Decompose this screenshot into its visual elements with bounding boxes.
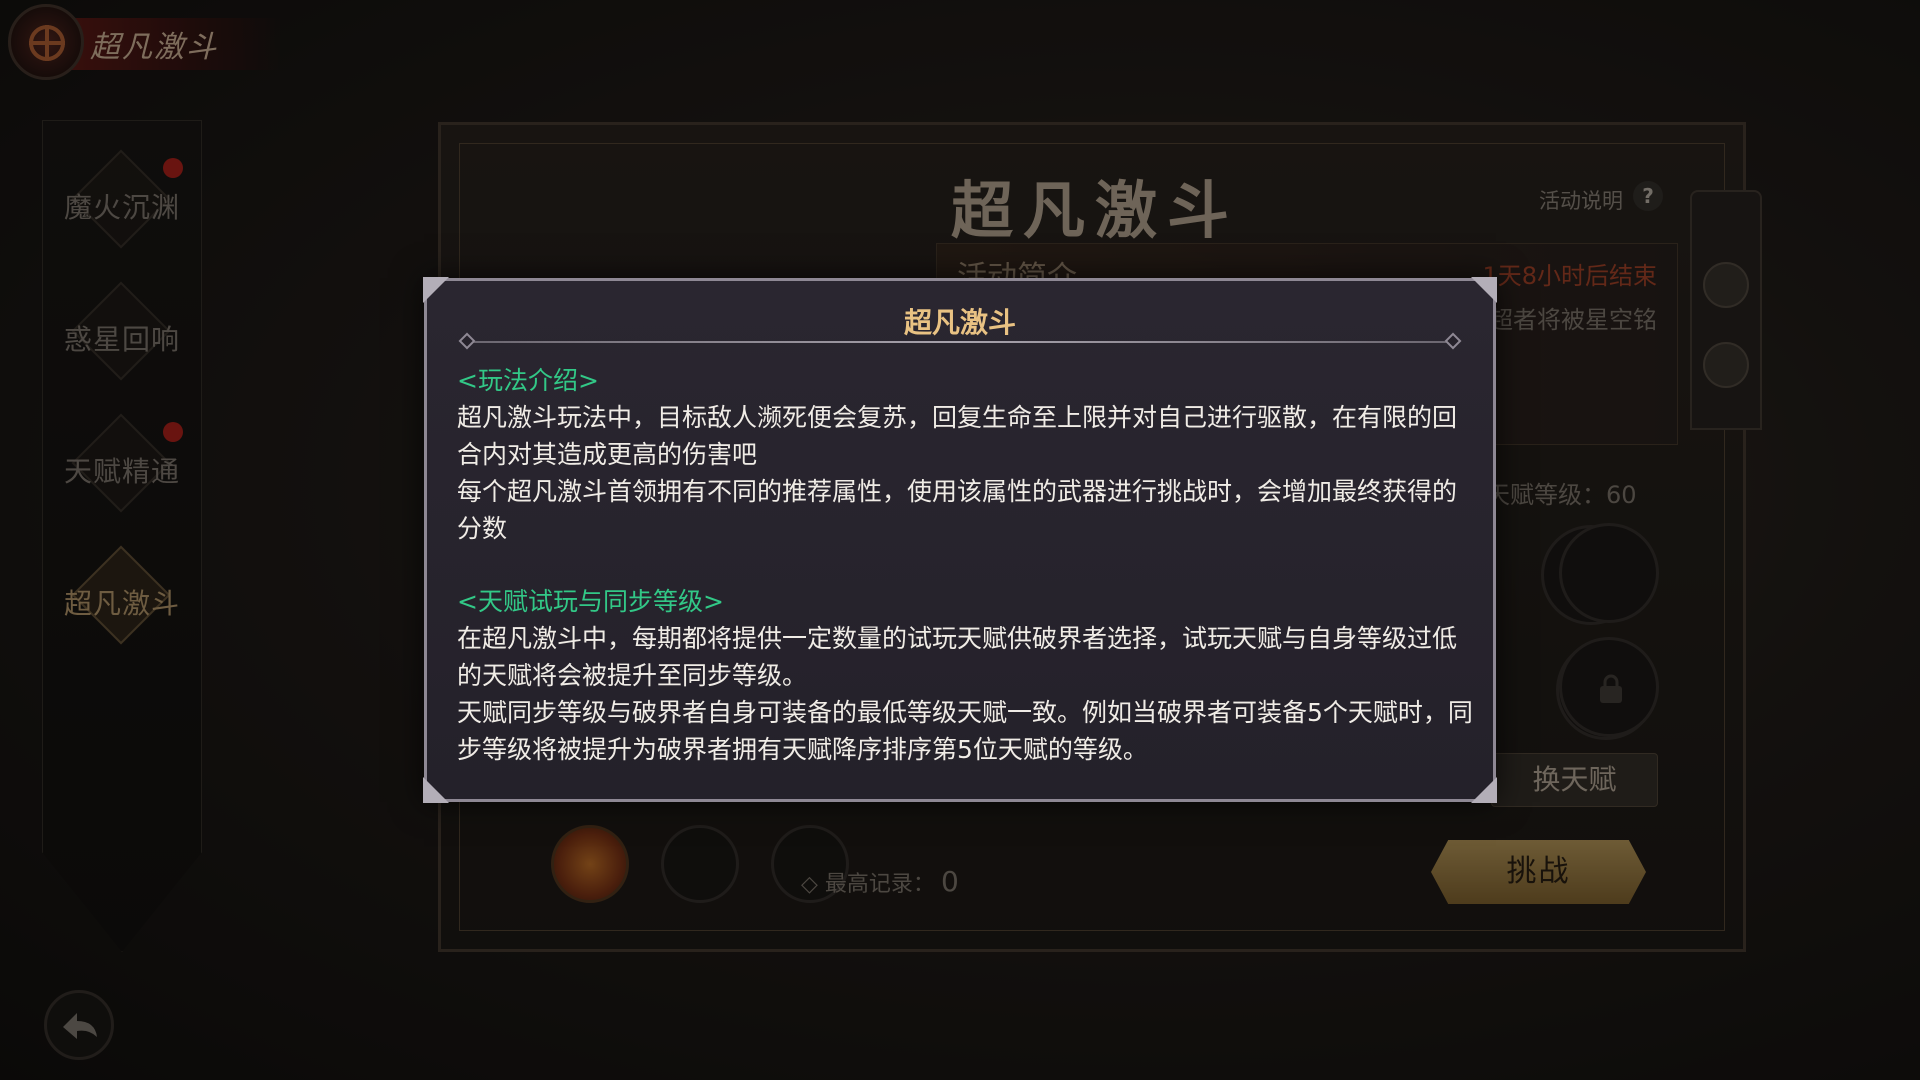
sidebar-item-label: 惑星回响 (63, 323, 180, 356)
section-heading-gameplay: <玩法介绍> (457, 366, 599, 395)
character-avatar[interactable] (551, 825, 629, 903)
talent-slot[interactable] (1559, 523, 1659, 623)
challenge-button[interactable]: 挑战 (1431, 840, 1646, 904)
sidebar-nav: 魔火沉渊 惑星回响 天赋精通 超凡激斗 (42, 120, 202, 952)
side-tab-bar (1690, 190, 1762, 430)
activity-help-link[interactable]: 活动说明 (1539, 185, 1623, 215)
best-record: ◇ 最高记录： 0 (801, 865, 959, 898)
paragraph: 天赋同步等级与破界者自身可装备的最低等级天赋一致。例如当破界者可装备5个天赋时，… (457, 698, 1473, 764)
info-dialog: 超凡激斗 <玩法介绍> 超凡激斗玩法中，目标敌人濒死便会复苏，回复生命至上限并对… (423, 277, 1497, 803)
record-label: 最高记录： (824, 872, 935, 897)
back-button[interactable] (44, 990, 114, 1060)
sidebar-item-label: 魔火沉渊 (63, 191, 180, 224)
sidebar-item-mohuo[interactable]: 魔火沉渊 (43, 146, 201, 256)
lock-icon (1600, 674, 1622, 703)
back-arrow-icon (63, 1013, 97, 1039)
event-countdown: 1天8小时后结束 (1482, 262, 1657, 290)
notification-dot (163, 422, 183, 442)
top-header: 超凡激斗 (0, 0, 290, 95)
corner-ornament (423, 777, 449, 803)
sidebar-item-label: 天赋精通 (63, 455, 180, 488)
corner-ornament (423, 277, 449, 303)
section-heading-talent: <天赋试玩与同步等级> (457, 587, 724, 616)
swap-talent-button[interactable]: 换天赋 (1491, 753, 1658, 807)
dialog-title: 超凡激斗 (903, 306, 1016, 339)
sidebar-item-tianfu[interactable]: 天赋精通 (43, 410, 201, 520)
record-diamond-icon: ◇ (801, 872, 825, 897)
talent-slot-locked[interactable] (1559, 637, 1659, 737)
corner-ornament (1471, 777, 1497, 803)
record-value: 0 (940, 865, 959, 898)
talent-level-label: 天赋等级：60 (1486, 481, 1637, 509)
ranking-chart-icon[interactable] (1703, 342, 1749, 388)
sidebar-item-chaofan[interactable]: 超凡激斗 (43, 542, 201, 652)
notification-dot (163, 158, 183, 178)
scroll-icon[interactable] (1703, 262, 1749, 308)
title-divider (467, 341, 1453, 343)
character-slot[interactable] (661, 825, 739, 903)
paragraph: 在超凡激斗中，每期都将提供一定数量的试玩天赋供破界者选择，试玩天赋与自身等级过低… (457, 624, 1458, 690)
corner-ornament (1471, 277, 1497, 303)
dialog-body: <玩法介绍> 超凡激斗玩法中，目标敌人濒死便会复苏，回复生命至上限并对自己进行驱… (457, 363, 1481, 768)
sidebar-item-huoxing[interactable]: 惑星回响 (43, 278, 201, 388)
event-emblem-icon (8, 4, 84, 80)
sidebar-item-label: 超凡激斗 (63, 587, 180, 620)
paragraph: 超凡激斗玩法中，目标敌人濒死便会复苏，回复生命至上限并对自己进行驱散，在有限的回… (457, 403, 1458, 469)
header-title: 超凡激斗 (90, 30, 218, 65)
help-icon[interactable]: ? (1633, 181, 1663, 211)
paragraph: 每个超凡激斗首领拥有不同的推荐属性，使用该属性的武器进行挑战时，会增加最终获得的… (457, 477, 1458, 543)
